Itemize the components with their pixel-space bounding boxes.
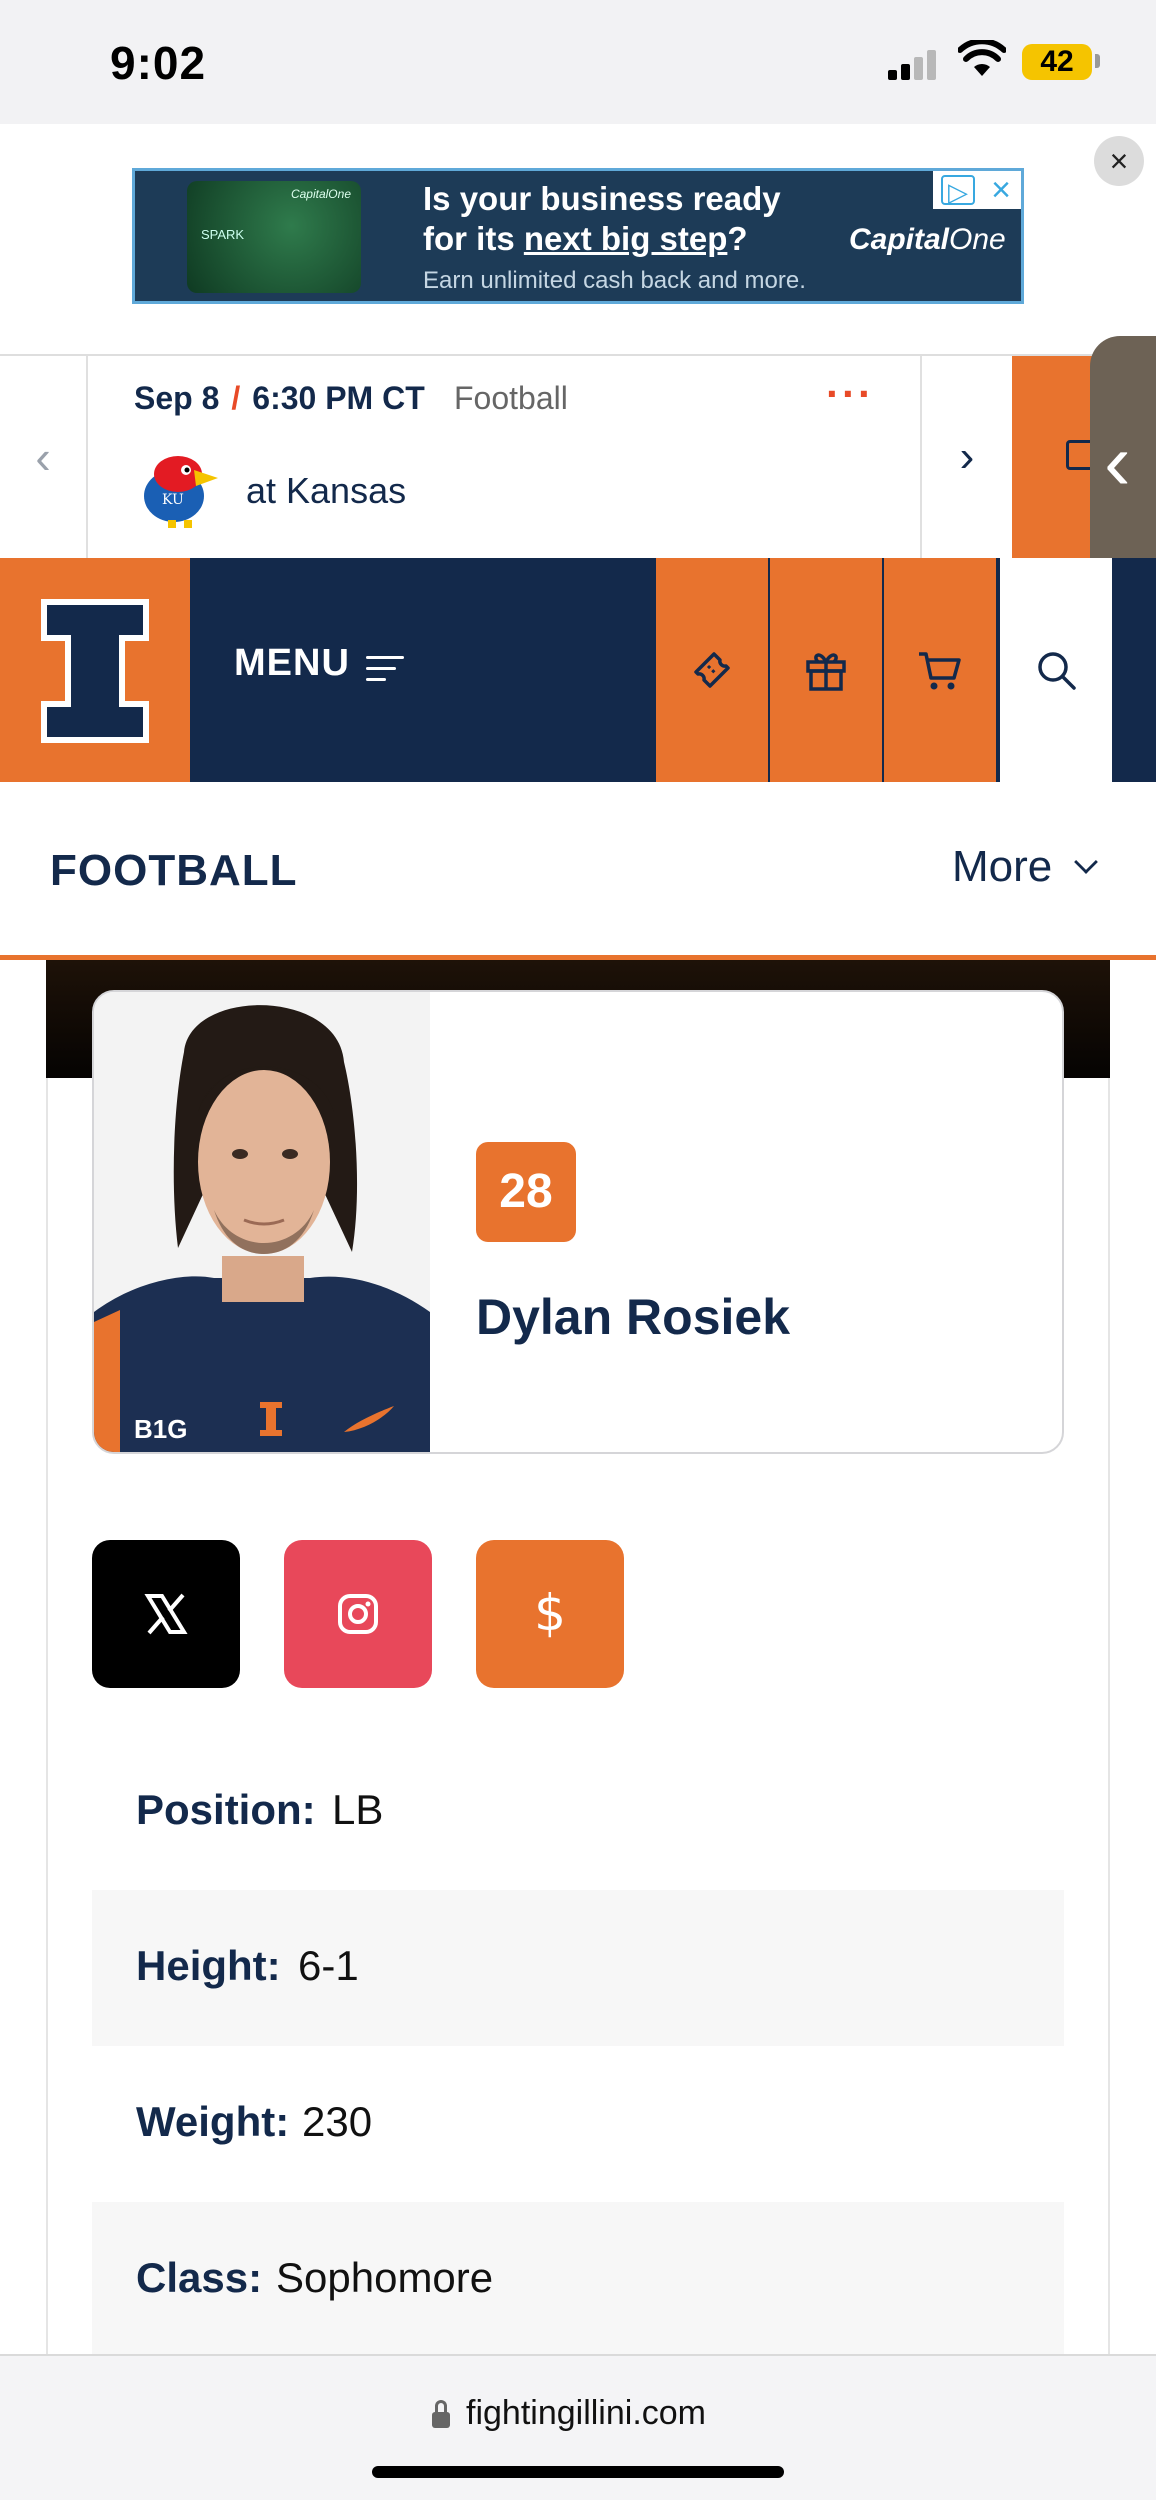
cart-icon	[919, 652, 961, 690]
ticket-icon	[694, 652, 730, 688]
illinois-logo-link[interactable]	[0, 558, 190, 782]
kansas-jayhawk-logo: KU	[144, 456, 218, 528]
date-separator: /	[231, 380, 241, 416]
svg-text:B1G: B1G	[134, 1414, 187, 1444]
nil-symbol: $	[534, 1584, 566, 1642]
stat-label: Class:	[136, 2254, 263, 2301]
ad-headline-line2: for its next big step?	[423, 219, 803, 259]
stat-label: Position:	[136, 1786, 316, 1833]
section-header: FOOTBALL More	[0, 782, 1156, 960]
main-nav: MENU	[0, 558, 1156, 782]
ad-choices-icon[interactable]: ▷	[941, 175, 975, 207]
ad-headline-emphasis: next big step	[523, 220, 728, 257]
stat-value: 6-1	[298, 1942, 359, 1989]
search-icon	[1038, 652, 1076, 690]
ad-banner[interactable]: CapitalOne SPARK Is your business ready …	[132, 168, 1024, 304]
home-indicator[interactable]	[372, 2466, 784, 2478]
stat-row-position: Position: LB	[92, 1734, 1064, 1890]
ad-headline-end: ?	[727, 220, 748, 257]
game-more-options-icon[interactable]: ···	[826, 370, 874, 418]
nil-donate-button[interactable]: $	[476, 1540, 624, 1688]
schedule-game-card[interactable]: Sep 8 / 6:30 PM CT Football ··· KU at Kans…	[88, 356, 920, 558]
gift-button[interactable]	[770, 558, 882, 782]
ad-card-text: SPARK	[201, 227, 245, 242]
status-time: 9:02	[110, 37, 207, 89]
url-text[interactable]: fightingillini.com	[466, 2394, 706, 2433]
ad-logo-word2: One	[949, 223, 1006, 256]
game-sport: Football	[454, 380, 568, 416]
player-profile: B1G 28 Dylan Rosiek $ Position: LB Heigh…	[0, 960, 1156, 2358]
instagram-button[interactable]	[284, 1540, 432, 1688]
ad-card-brand: CapitalOne	[290, 187, 351, 201]
player-card: B1G 28 Dylan Rosiek	[92, 990, 1064, 1454]
section-more-dropdown[interactable]: More	[952, 842, 1052, 892]
ad-brand-logo: CapitalOne	[849, 223, 1006, 257]
instagram-icon	[338, 1594, 378, 1634]
jersey-number-badge: 28	[476, 1142, 576, 1242]
ad-headline-part: for its	[423, 220, 524, 257]
status-bar: 9:02 42	[0, 0, 1156, 124]
stat-value: LB	[332, 1786, 384, 1833]
player-headshot: B1G	[94, 992, 430, 1452]
browser-url-bar[interactable]: fightingillini.com	[0, 2354, 1156, 2500]
stat-value: Sophomore	[276, 2254, 494, 2301]
stat-label: Weight:	[136, 2098, 290, 2145]
menu-button[interactable]: MENU	[234, 642, 350, 685]
ad-headline: Is your business ready for its next big …	[423, 179, 803, 259]
gift-icon	[806, 653, 846, 691]
player-name: Dylan Rosiek	[476, 1289, 791, 1345]
stat-label: Height:	[136, 1942, 281, 1989]
ad-headline-line1: Is your business ready	[423, 180, 781, 217]
x-icon	[144, 1593, 188, 1635]
game-time: 6:30 PM CT	[252, 380, 425, 416]
ad-close-button[interactable]: ×	[1094, 136, 1144, 186]
ad-subtext: Earn unlimited cash back and more.	[423, 267, 806, 294]
chevron-left-icon: ‹	[1104, 417, 1131, 506]
stat-row-height: Height: 6-1	[92, 1890, 1064, 2046]
signal-icon	[888, 48, 940, 80]
ad-credit-card-image: CapitalOne SPARK	[187, 181, 361, 293]
player-headshot-image: B1G	[94, 992, 430, 1452]
game-datetime: Sep 8 / 6:30 PM CT	[134, 380, 425, 417]
battery-cap	[1095, 54, 1100, 68]
game-date: Sep 8	[134, 380, 220, 416]
tickets-button[interactable]	[656, 558, 768, 782]
illinois-block-i-logo	[41, 599, 149, 743]
lock-icon	[432, 2412, 450, 2428]
ad-logo-word1: Capital	[849, 223, 950, 256]
wifi-icon	[958, 40, 1006, 76]
ad-choices[interactable]: ▷ ×	[933, 171, 1021, 209]
dollar-icon: $	[534, 1584, 566, 1642]
stat-row-weight: Weight: 230	[92, 2046, 1064, 2202]
section-title: FOOTBALL	[50, 846, 298, 895]
x-twitter-button[interactable]	[92, 1540, 240, 1688]
chevron-down-icon[interactable]	[1074, 850, 1098, 874]
cart-button[interactable]	[884, 558, 996, 782]
stat-value: 230	[302, 2098, 373, 2145]
search-button[interactable]	[1000, 558, 1112, 782]
battery-icon: 42	[1022, 44, 1092, 80]
menu-lines-icon[interactable]	[366, 654, 406, 684]
svg-text:KU: KU	[162, 492, 184, 508]
schedule-next-button[interactable]: ›	[920, 356, 1012, 558]
stat-row-class: Class: Sophomore	[92, 2202, 1064, 2358]
game-opponent: at Kansas	[246, 470, 407, 511]
schedule-strip: ‹ Sep 8 / 6:30 PM CT Football ··· KU at Ka…	[0, 354, 1156, 558]
ad-close-x-icon[interactable]: ×	[983, 171, 1019, 209]
ad-zone: CapitalOne SPARK Is your business ready …	[0, 124, 1156, 462]
schedule-prev-button[interactable]: ‹	[0, 356, 88, 558]
